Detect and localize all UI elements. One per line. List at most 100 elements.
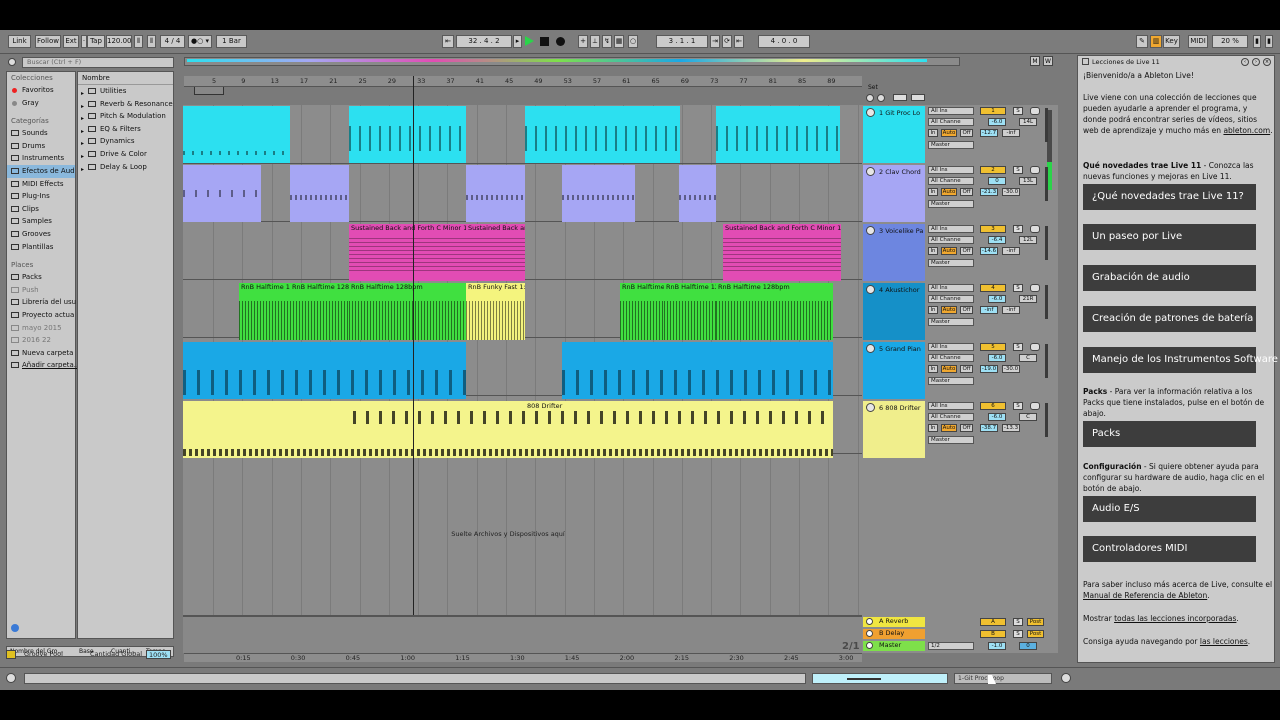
monitor-auto-button[interactable]: Auto <box>941 247 957 255</box>
volume-field[interactable]: -6.0 <box>988 295 1006 303</box>
draw-mode-icon[interactable]: ✎ <box>1136 35 1148 48</box>
lesson-tour-button[interactable]: Un paseo por Live <box>1083 224 1256 250</box>
output-select[interactable]: Master <box>928 259 974 267</box>
volume-field[interactable]: -6.0 <box>988 354 1006 362</box>
position-arrow-icon[interactable]: ▸ <box>513 35 522 48</box>
quantize-select[interactable]: 1 Bar <box>216 35 247 48</box>
return-b-post[interactable]: Post <box>1027 630 1044 638</box>
solo-button[interactable]: S <box>1013 402 1023 410</box>
clip[interactable] <box>183 106 290 163</box>
send-b-field[interactable]: -30.0 <box>1002 188 1020 196</box>
master-output-select[interactable]: 1/2 <box>928 642 974 650</box>
clip[interactable] <box>466 165 525 222</box>
monitor-off-button[interactable]: Off <box>960 424 973 432</box>
lesson-whats-new-button[interactable]: ¿Qué novedades trae Live 11? <box>1083 184 1256 210</box>
monitor-auto-button[interactable]: Auto <box>941 129 957 137</box>
pan-field[interactable]: C <box>1019 413 1037 421</box>
track-activator[interactable]: 2 <box>980 166 1006 174</box>
monitor-in-button[interactable]: In <box>928 129 938 137</box>
clip[interactable] <box>183 342 466 399</box>
locator-next-icon[interactable] <box>877 94 885 102</box>
solo-button[interactable]: S <box>1013 225 1023 233</box>
clip[interactable] <box>679 165 716 222</box>
track-header[interactable]: 6 808 Drifter <box>863 401 925 458</box>
return-a-solo[interactable]: S <box>1013 618 1023 626</box>
sidebar-item-gray[interactable]: Gray <box>7 97 75 110</box>
send-a-field[interactable]: -14.6 <box>980 247 998 255</box>
return-track-a[interactable]: A Reverb <box>863 617 925 627</box>
sidebar-item-folder[interactable]: 2016 22 <box>7 334 75 347</box>
track-activator[interactable]: 3 <box>980 225 1006 233</box>
monitor-in-button[interactable]: In <box>928 365 938 373</box>
input-channel-select[interactable]: All Channe <box>928 413 974 421</box>
lesson-midi-controllers-button[interactable]: Controladores MIDI <box>1083 536 1256 562</box>
return-track-b[interactable]: B Delay <box>863 629 925 639</box>
song-position-field[interactable]: 32 . 4 . 2 <box>456 35 512 48</box>
tempo-field[interactable]: 120.00 <box>106 35 132 48</box>
send-b-field[interactable]: -13.3 <box>1002 424 1020 432</box>
clip[interactable] <box>183 165 261 222</box>
sidebar-item-favoritos[interactable]: Favoritos <box>7 84 75 97</box>
track-activator[interactable]: 6 <box>980 402 1006 410</box>
lessons-next-icon[interactable]: › <box>1252 58 1260 66</box>
record-arm-icon[interactable] <box>1030 225 1040 233</box>
fold-icon[interactable] <box>866 618 873 625</box>
track-activator[interactable]: 1 <box>980 107 1006 115</box>
loop-length-field[interactable]: 4 . 0 . 0 <box>758 35 810 48</box>
nudge-icon[interactable]: ⦀ <box>134 35 143 48</box>
clip[interactable]: RnB Halftime 1: <box>239 283 290 340</box>
browser-toggle-icon[interactable] <box>8 58 16 66</box>
ext-button[interactable]: Ext <box>63 35 79 48</box>
list-item[interactable]: ▸ Reverb & Resonance <box>78 98 173 111</box>
clip[interactable]: RnB Halftime 128bpm <box>716 283 833 340</box>
solo-button[interactable]: S <box>1013 107 1023 115</box>
sidebar-item-current-project[interactable]: Proyecto actua <box>7 309 75 322</box>
lessons-link[interactable]: las lecciones <box>1200 637 1248 646</box>
send-a-field[interactable]: -inf <box>980 306 998 314</box>
track-header[interactable]: 4 Akustichor <box>863 283 925 340</box>
input-type-select[interactable]: All Ins <box>928 107 974 115</box>
fold-icon[interactable] <box>866 403 875 412</box>
detail-toggle-icon[interactable] <box>1061 673 1071 683</box>
overdub-icon[interactable]: + <box>578 35 588 48</box>
output-select[interactable]: Master <box>928 318 974 326</box>
loop-brace[interactable] <box>194 87 224 95</box>
sidebar-item-sounds[interactable]: Sounds <box>7 127 75 140</box>
clip[interactable] <box>349 106 466 163</box>
sidebar-item-folder[interactable]: mayo 2015 <box>7 322 75 335</box>
track-header[interactable]: 2 Clav Chord <box>863 165 925 222</box>
expand-icon[interactable]: ▸ <box>81 164 84 177</box>
send-b-field[interactable]: -30.0 <box>1002 365 1020 373</box>
sidebar-item-plugins[interactable]: Plug-Ins <box>7 190 75 203</box>
lessons-close-icon[interactable]: × <box>1263 58 1271 66</box>
loop-switch-icon[interactable]: ⟳ <box>722 35 732 48</box>
fold-icon[interactable] <box>866 226 875 235</box>
selected-track-label[interactable]: 1-Git Proc Loop <box>954 673 1052 684</box>
clip[interactable] <box>525 106 680 163</box>
master-volume[interactable]: -1.0 <box>988 642 1006 650</box>
sidebar-item-instruments[interactable]: Instruments <box>7 152 75 165</box>
clip[interactable] <box>562 342 833 399</box>
midi-map-button[interactable]: MIDI <box>1188 35 1208 48</box>
clip[interactable] <box>290 165 349 222</box>
monitor-off-button[interactable]: Off <box>960 306 973 314</box>
volume-field[interactable]: 0 <box>988 177 1006 185</box>
monitor-in-button[interactable]: In <box>928 188 938 196</box>
locator-prev-icon[interactable] <box>866 94 874 102</box>
monitor-in-button[interactable]: In <box>928 424 938 432</box>
record-arm-icon[interactable] <box>1030 166 1040 174</box>
input-channel-select[interactable]: All Channe <box>928 295 974 303</box>
arrangement-overview[interactable] <box>184 57 960 66</box>
re-enable-automation-icon[interactable]: ↯ <box>602 35 612 48</box>
solo-button[interactable]: S <box>1013 166 1023 174</box>
input-type-select[interactable]: All Ins <box>928 225 974 233</box>
solo-button[interactable]: S <box>1013 284 1023 292</box>
capture-midi-icon[interactable]: ▦ <box>614 35 624 48</box>
record-arm-icon[interactable] <box>1030 402 1040 410</box>
clip[interactable]: RnB Halftime 128 <box>664 283 716 340</box>
list-item[interactable]: ▸ Pitch & Modulation <box>78 110 173 123</box>
wave-toggle-icon[interactable]: W <box>1043 56 1053 66</box>
monitor-auto-button[interactable]: Auto <box>941 306 957 314</box>
record-arm-icon[interactable] <box>1030 343 1040 351</box>
list-item[interactable]: ▸ Drive & Color <box>78 148 173 161</box>
